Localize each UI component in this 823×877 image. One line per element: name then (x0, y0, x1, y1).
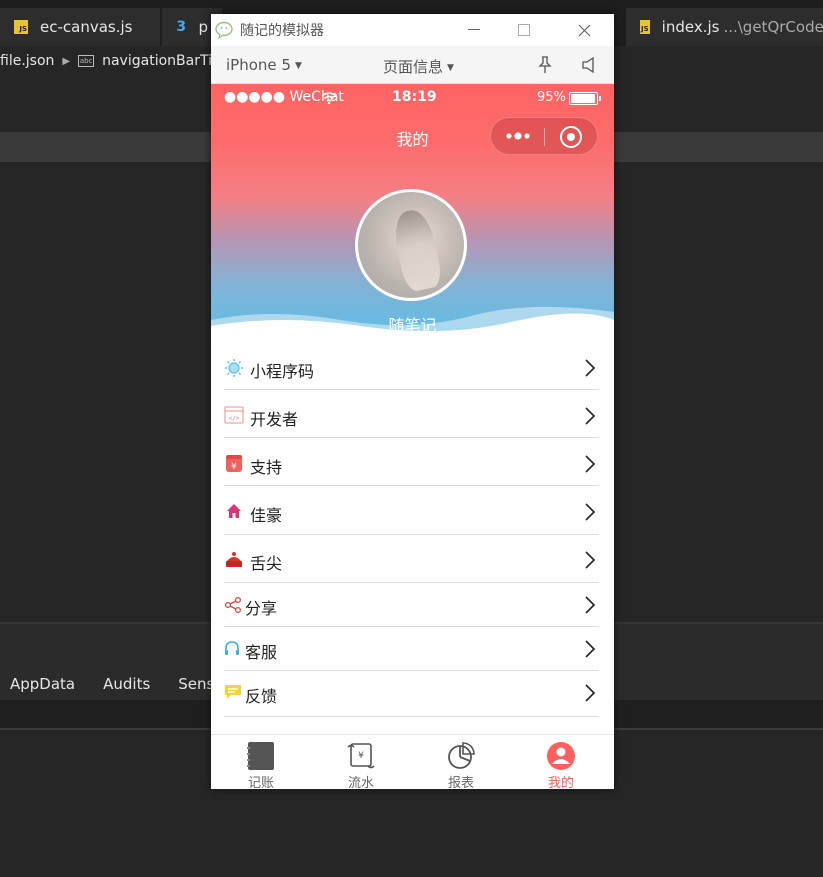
tab-label: 流水 (347, 776, 374, 789)
headset-icon (225, 641, 239, 655)
avatar-photo (390, 206, 444, 294)
breadcrumb-file[interactable]: file.json (0, 53, 54, 69)
share-icon (224, 596, 242, 614)
speaker-icon[interactable] (581, 57, 597, 73)
more-icon[interactable] (505, 126, 531, 146)
tab-bookkeeping[interactable]: 记账 (211, 735, 311, 789)
menu-item-label: 开发者 (250, 410, 299, 429)
menu-item-shejian[interactable]: 舌尖 (224, 535, 599, 583)
status-time: 18:19 (392, 89, 437, 105)
page-info-dropdown[interactable]: 页面信息 ▼ (383, 56, 454, 77)
menu-item-developer[interactable]: </> 开发者 (224, 390, 599, 438)
svg-text:¥: ¥ (358, 751, 364, 761)
simulator-title: 随记的模拟器 (240, 23, 324, 39)
breadcrumb-node[interactable]: navigationBarTi (102, 53, 212, 69)
battery-percent: 95% (537, 90, 566, 105)
simulator-titlebar[interactable]: 随记的模拟器 (211, 14, 614, 46)
wechat-logo-icon (215, 21, 233, 39)
svg-text:¥: ¥ (231, 462, 237, 472)
menu-item-label: 分享 (245, 599, 278, 618)
feedback-icon (225, 685, 241, 699)
chevron-right-icon (585, 640, 596, 658)
menu-item-label: 反馈 (245, 687, 278, 706)
capsule-divider (544, 128, 545, 146)
breadcrumb-separator-icon: ▶ (62, 55, 71, 67)
editor-tab-path: ...\getQrCode (723, 18, 823, 36)
chevron-down-icon: ▼ (294, 61, 302, 71)
css-file-icon: 3 (176, 19, 187, 35)
user-profile-icon (547, 742, 575, 770)
phone-screen: ●●●●● WeChat 18:19 95% 我的 小程序码 </> 开发者 ¥… (211, 84, 614, 789)
chevron-right-icon (585, 407, 596, 425)
menu-item-label: 小程序码 (250, 362, 315, 381)
cake-icon (226, 552, 242, 567)
avatar[interactable] (355, 189, 467, 301)
tab-reports[interactable]: 报表 (411, 735, 511, 789)
close-button[interactable] (561, 14, 607, 46)
editor-tab-index[interactable]: JS index.js ...\getQrCode (626, 8, 823, 46)
chevron-right-icon (585, 596, 596, 614)
tab-mine[interactable]: 我的 (511, 735, 611, 789)
notebook-icon (247, 742, 274, 770)
js-file-icon: JS (14, 20, 28, 34)
tab-label: 报表 (447, 776, 474, 789)
maximize-icon (518, 24, 530, 36)
status-bar: ●●●●● WeChat 18:19 95% (211, 84, 614, 112)
menu-item-support[interactable]: ¥ 支持 (224, 438, 599, 486)
home-icon (227, 504, 241, 518)
chevron-right-icon (585, 503, 596, 521)
editor-tab-label: ec-canvas.js (40, 18, 133, 36)
miniprogram-capsule (490, 117, 598, 155)
menu-item-label: 舌尖 (250, 554, 283, 573)
wifi-icon (321, 92, 337, 104)
simulator-toolbar: iPhone 5 ▼ 页面信息 ▼ (211, 46, 614, 84)
chevron-right-icon (585, 551, 596, 569)
developer-code-icon: </> (224, 406, 244, 424)
wave-decoration (211, 306, 614, 336)
menu-item-label: 支持 (250, 458, 283, 477)
device-select-value: iPhone 5 (226, 56, 291, 74)
devtools-tab-appdata[interactable]: AppData (10, 675, 75, 693)
menu-item-jiahao[interactable]: 佳豪 (224, 486, 599, 535)
battery-icon (569, 92, 598, 105)
tab-bar: 记账 ¥ 流水 报表 我的 (211, 734, 614, 789)
tab-label: 我的 (547, 776, 574, 789)
menu-item-label: 客服 (245, 643, 278, 662)
chevron-right-icon (585, 684, 596, 702)
close-miniprogram-icon[interactable] (559, 125, 583, 149)
chevron-down-icon: ▼ (447, 63, 454, 73)
js-file-icon: JS (640, 20, 650, 34)
tab-label: 记账 (247, 776, 274, 789)
battery-fill (571, 94, 595, 103)
menu-item-qrcode[interactable]: 小程序码 (224, 346, 599, 390)
support-wallet-icon: ¥ (226, 455, 242, 472)
menu-item-feedback[interactable]: 反馈 (224, 671, 599, 717)
editor-tab-label: p (198, 18, 208, 36)
menu-item-label: 佳豪 (250, 506, 283, 525)
menu-item-service[interactable]: 客服 (224, 627, 599, 671)
tab-transactions[interactable]: ¥ 流水 (311, 735, 411, 789)
devtools-tab-audits[interactable]: Audits (103, 675, 150, 693)
profile-header: ●●●●● WeChat 18:19 95% 我的 (211, 84, 614, 336)
pie-chart-icon (448, 742, 475, 769)
qrcode-sun-icon (225, 359, 243, 377)
device-select[interactable]: iPhone 5 ▼ (226, 56, 302, 74)
close-icon (578, 24, 590, 36)
battery-tip (599, 96, 601, 101)
minimize-button[interactable] (451, 14, 497, 46)
editor-tab-label: index.js (661, 18, 720, 36)
menu-item-share[interactable]: 分享 (224, 583, 599, 627)
page-info-label: 页面信息 (383, 58, 444, 76)
scroll-bill-icon: ¥ (347, 743, 375, 769)
property-icon: abc (78, 55, 95, 67)
svg-text:</>: </> (229, 415, 240, 422)
editor-tab-ec-canvas[interactable]: JS ec-canvas.js (0, 8, 160, 46)
simulator-window: 随记的模拟器 iPhone 5 ▼ 页面信息 ▼ ●●●●● WeChat 18… (211, 14, 614, 789)
maximize-button[interactable] (501, 14, 547, 46)
chevron-right-icon (585, 359, 596, 377)
chevron-right-icon (585, 455, 596, 473)
minimize-icon (468, 29, 480, 30)
pin-icon[interactable] (537, 56, 553, 74)
